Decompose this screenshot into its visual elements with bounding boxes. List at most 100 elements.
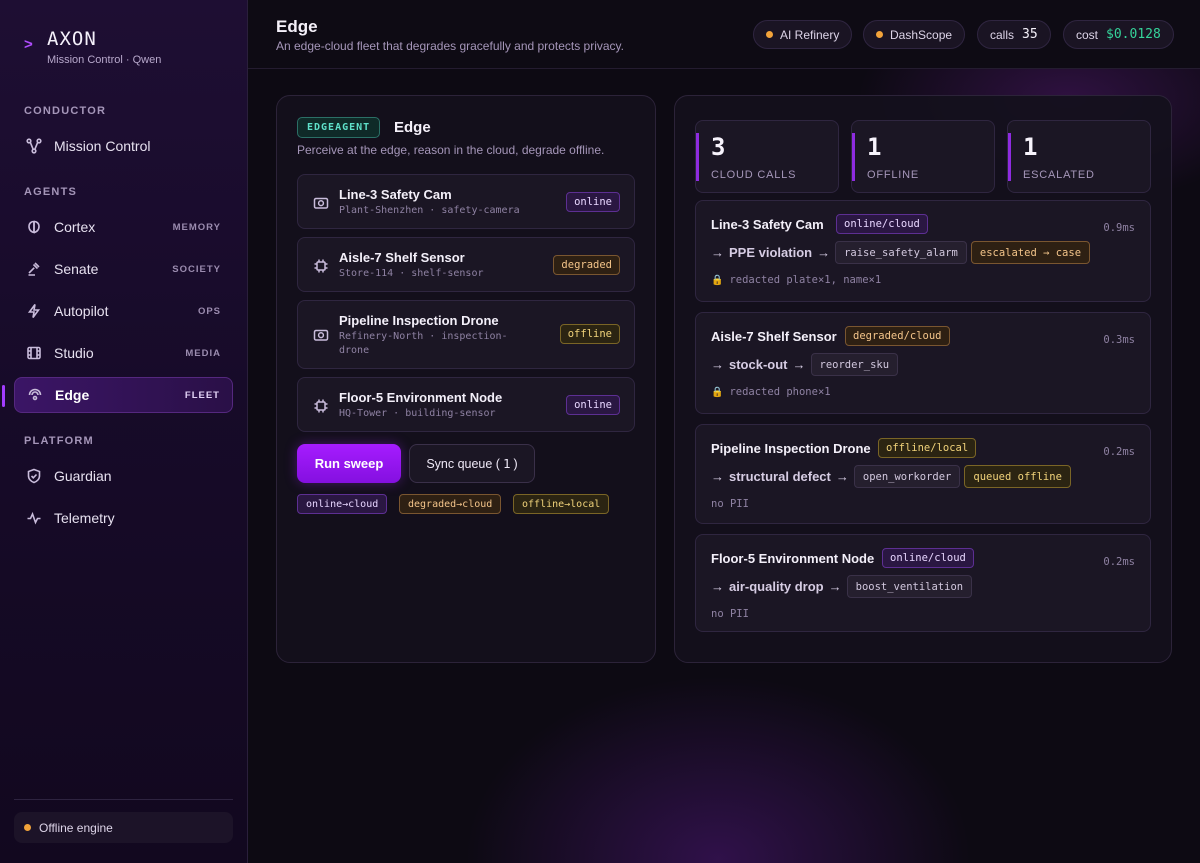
stat-label: OFFLINE [867,169,920,181]
route-legend-online: online→cloud [297,494,388,514]
event-pii: 🔒 redacted plate×1, name×1 [711,274,881,286]
event-flow: → structural defect → open_workorder que… [711,465,1071,488]
page-header: Edge An edge-cloud fleet that degrades g… [248,0,1200,69]
agent-badge: EDGEAGENT [297,117,381,138]
film-icon [26,345,42,361]
arrow-right-icon: → [711,245,724,260]
event-finding: stock-out [729,357,788,372]
calls-counter: calls 35 [977,20,1051,49]
device-card[interactable]: Aisle-7 Shelf Sensor Store-114 · shelf-s… [297,237,635,292]
event-pii-text: no PII [711,498,749,510]
sidebar-item-tag: OPS [197,305,221,317]
stat-value: 1 [1023,133,1038,161]
event-finding: structural defect [729,469,831,484]
route-badge: online/cloud [882,548,974,568]
stat-label: CLOUD CALLS [711,169,797,181]
sidebar-item-edge[interactable]: Edge FLEET [2,377,233,413]
gavel-icon [26,261,42,277]
cost-label: cost [1076,27,1099,42]
chip-label: AI Refinery [780,27,840,42]
status-dot-icon [876,31,883,38]
cost-value: $0.0128 [1106,27,1161,42]
sidebar-item-guardian[interactable]: Guardian [14,458,233,494]
sidebar-item-label: Guardian [54,468,112,484]
page-subtitle: An edge-cloud fleet that degrades gracef… [276,39,624,53]
route-badge: degraded/cloud [845,326,950,346]
brand-subtitle: Mission Control · Qwen [47,54,162,66]
route-badge: online/cloud [836,214,928,234]
event-latency: 0.2ms [1103,556,1135,568]
stat-cloud-calls: 3 CLOUD CALLS [695,120,839,193]
event-pii: 🔒 redacted phone×1 [711,386,831,398]
event-latency: 0.9ms [1103,222,1135,234]
event-card[interactable]: Line-3 Safety Cam online/cloud 0.9ms → P… [695,200,1151,302]
shield-icon [26,468,42,484]
sidebar-item-autopilot[interactable]: Autopilot OPS [14,293,233,329]
engine-status-text: Offline engine [39,820,113,835]
device-card[interactable]: Pipeline Inspection Drone Refinery-North… [297,300,635,369]
stat-escalated: 1 ESCALATED [1007,120,1151,193]
edge-icon [27,387,43,403]
arrow-right-icon: → [711,357,724,372]
event-card[interactable]: Aisle-7 Shelf Sensor degraded/cloud 0.3m… [695,312,1151,414]
sidebar-item-senate[interactable]: Senate SOCIETY [14,251,233,287]
device-card[interactable]: Floor-5 Environment Node HQ-Tower · buil… [297,377,635,432]
event-pii-text: no PII [711,608,749,620]
event-card[interactable]: Floor-5 Environment Node online/cloud 0.… [695,534,1151,632]
sidebar-divider [14,799,233,800]
event-finding: air-quality drop [729,579,824,594]
cost-counter: cost $0.0128 [1063,20,1174,49]
network-icon [26,138,42,154]
event-device-name: Pipeline Inspection Drone [711,441,871,456]
event-device-name: Line-3 Safety Cam [711,217,824,232]
sidebar-item-label: Cortex [54,219,96,235]
event-finding: PPE violation [729,245,813,260]
event-flow: → PPE violation → raise_safety_alarm esc… [711,241,1091,264]
chip-label: DashScope [890,27,953,42]
run-sweep-button[interactable]: Run sweep [297,444,401,483]
provider-chip-refinery[interactable]: AI Refinery [753,20,853,49]
provider-chip-dashscope[interactable]: DashScope [863,20,966,49]
section-label-agents: AGENTS [24,186,78,198]
route-legend-degraded: degraded→cloud [399,494,502,514]
sidebar-item-label: Senate [54,261,99,277]
device-name: Line-3 Safety Cam [339,187,452,202]
page-title: Edge [276,17,318,36]
event-card[interactable]: Pipeline Inspection Drone offline/local … [695,424,1151,524]
sidebar-item-mission-control[interactable]: Mission Control [14,128,233,164]
device-card[interactable]: Line-3 Safety Cam Plant-Shenzhen · safet… [297,174,635,229]
brand[interactable]: > AXON Mission Control · Qwen [24,28,161,66]
chip-icon [313,398,329,414]
sidebar-item-telemetry[interactable]: Telemetry [14,500,233,536]
device-location: Store-114 · shelf-sensor [339,268,484,279]
device-location: Refinery-North · inspection-drone [339,331,508,356]
lock-icon: 🔒 [711,386,724,398]
sidebar-item-cortex[interactable]: Cortex MEMORY [14,209,233,245]
sidebar-item-studio[interactable]: Studio MEDIA [14,335,233,371]
sidebar-item-tag: MEMORY [172,221,221,233]
stat-value: 3 [711,133,726,161]
event-pii: no PII [711,498,749,510]
event-action: raise_safety_alarm [835,241,967,264]
results-panel: 3 CLOUD CALLS 1 OFFLINE 1 ESCALATED Line… [674,95,1172,663]
sidebar-item-label: Edge [55,387,90,403]
camera-icon [313,195,329,211]
sync-queue-button[interactable]: Sync queue ( 1 ) [409,444,535,483]
agent-panel: EDGEAGENT Edge Perceive at the edge, rea… [276,95,656,663]
sidebar-item-tag: FLEET [184,389,220,401]
sync-queue-close: ) [513,456,518,471]
event-pii-text: redacted phone×1 [729,386,831,398]
route-badge: offline/local [878,438,977,458]
event-pii-text: redacted plate×1, name×1 [729,274,882,286]
status-dot-icon [24,824,31,831]
event-action: open_workorder [853,465,961,488]
arrow-right-icon: → [828,579,842,594]
main-content: EDGEAGENT Edge Perceive at the edge, rea… [248,69,1200,863]
arrow-right-icon: → [711,469,724,484]
chip-icon [313,258,329,274]
engine-status: Offline engine [14,812,233,843]
event-action: boost_ventilation [846,575,973,598]
sidebar-item-label: Mission Control [54,138,151,154]
calls-label: calls [990,27,1015,42]
brand-title: AXON [47,28,97,50]
